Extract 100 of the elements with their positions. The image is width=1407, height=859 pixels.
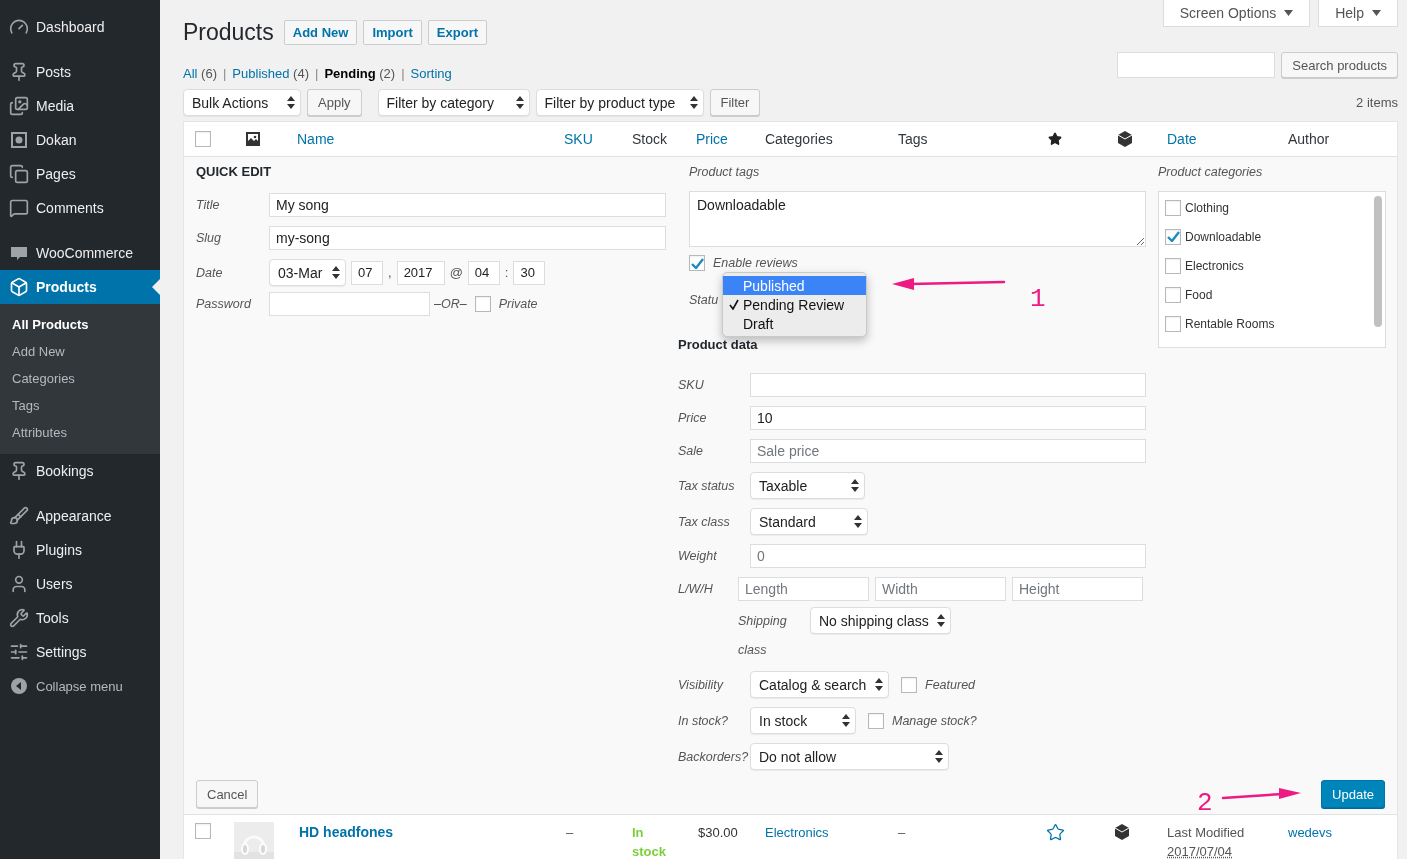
checkbox[interactable] — [474, 296, 491, 312]
menu-item[interactable]: WooCommerce — [0, 236, 160, 270]
bulk-actions-dropdown[interactable]: Bulk Actions — [183, 89, 301, 116]
menu-item[interactable]: Pages — [0, 157, 160, 191]
filter-button[interactable]: Filter — [709, 89, 761, 116]
category-link[interactable]: Electronics — [765, 823, 829, 842]
checkbox[interactable] — [868, 712, 884, 729]
menu-item[interactable]: Bookings — [0, 454, 160, 488]
input-field[interactable]: 07 — [351, 260, 383, 285]
menu-item[interactable]: Settings — [0, 635, 160, 669]
field-label: SKU — [678, 377, 705, 393]
checkbox[interactable] — [1165, 228, 1181, 245]
view-link[interactable]: All (6) — [183, 65, 217, 81]
menu-item[interactable]: Users — [0, 567, 160, 601]
category-label: Clothing — [1185, 200, 1230, 215]
item-count: 2 items — [1356, 95, 1398, 110]
input-field[interactable] — [269, 292, 430, 316]
select-all-checkbox[interactable] — [195, 131, 211, 147]
checkbox[interactable] — [1165, 199, 1181, 216]
view-link[interactable]: Published (4) — [232, 65, 309, 81]
submenu-item[interactable]: Attributes — [0, 419, 160, 446]
input-field[interactable]: 04 — [467, 260, 500, 285]
dropdown[interactable]: Do not allow — [750, 743, 949, 770]
submenu-item[interactable]: Tags — [0, 392, 160, 419]
type-filter-dropdown[interactable]: Filter by product type — [535, 89, 704, 116]
star-icon[interactable] — [1046, 823, 1065, 842]
view-link[interactable]: Pending (2) — [324, 65, 396, 81]
menu-item[interactable]: Comments — [0, 191, 160, 225]
view-link[interactable]: Sorting — [410, 65, 452, 81]
submenu-item[interactable]: Categories — [0, 365, 160, 392]
menu-option[interactable]: Pending Review — [723, 295, 866, 314]
page-action-button[interactable]: Import — [363, 20, 422, 45]
update-button[interactable]: Update — [1321, 780, 1385, 808]
input-field[interactable]: Sale price — [750, 439, 1146, 463]
sortable-column-header[interactable]: Price — [696, 131, 728, 147]
input-field[interactable]: my-song — [269, 226, 666, 250]
field-label: In stock? — [678, 712, 730, 729]
table-cell-text: $30.00 — [698, 824, 738, 842]
checkbox[interactable] — [1165, 286, 1181, 303]
input-field[interactable]: 30 — [513, 260, 546, 285]
submenu-item[interactable]: All Products — [0, 311, 160, 338]
tags-field[interactable]: Downloadable — [689, 191, 1146, 247]
search-field[interactable] — [1117, 52, 1276, 78]
pin-icon — [9, 62, 29, 82]
gauge-icon — [9, 17, 29, 37]
category-label: Food — [1185, 287, 1213, 302]
updown-arrows-icon — [287, 96, 295, 109]
input-field[interactable]: 10 — [750, 406, 1146, 430]
input-field[interactable]: 0 — [750, 544, 1146, 568]
field-label: Price — [678, 410, 708, 426]
cancel-button[interactable]: Cancel — [196, 780, 259, 808]
menu-option[interactable]: Draft — [723, 314, 866, 333]
dropdown[interactable]: Taxable — [750, 472, 865, 499]
menu-item[interactable]: Dokan — [0, 123, 160, 157]
checkbox[interactable] — [195, 823, 211, 839]
input-field[interactable]: Width — [875, 577, 1006, 601]
input-field[interactable]: Length — [738, 577, 869, 601]
checkbox-label: Featured — [925, 677, 976, 692]
menu-item[interactable]: Dashboard — [0, 10, 160, 44]
dropdown[interactable]: No shipping class — [810, 607, 951, 634]
page-action-button[interactable]: Export — [427, 20, 487, 45]
field-label: Slug — [196, 230, 223, 246]
checkbox[interactable] — [901, 676, 917, 693]
separator-text: | — [315, 65, 319, 81]
menu-item[interactable]: Posts — [0, 55, 160, 89]
input-field[interactable]: Height — [1012, 577, 1143, 601]
sortable-column-header[interactable]: SKU — [564, 131, 593, 147]
submenu-item[interactable]: Add New — [0, 338, 160, 365]
menu-item[interactable]: Tools — [0, 601, 160, 635]
checkbox[interactable] — [689, 255, 705, 271]
checkbox[interactable] — [1165, 315, 1181, 332]
collapse-menu[interactable]: Collapse menu — [0, 669, 160, 703]
input-field[interactable]: 2017 — [396, 260, 445, 285]
menu-option[interactable]: Published — [723, 276, 866, 295]
screen-options-tab[interactable]: Screen Options — [1162, 0, 1311, 27]
author-link[interactable]: wedevs — [1288, 823, 1333, 842]
search-button[interactable]: Search products — [1281, 52, 1398, 78]
pages-icon — [9, 164, 29, 184]
sortable-column-header[interactable]: Name — [297, 131, 335, 147]
checkbox[interactable] — [1165, 257, 1181, 274]
category-filter-dropdown[interactable]: Filter by category — [377, 89, 530, 116]
speech-bubble-icon — [9, 198, 29, 218]
menu-item[interactable]: Media — [0, 89, 160, 123]
page-action-button[interactable]: Add New — [283, 20, 358, 45]
category-label: Downloadable — [1185, 229, 1262, 244]
month-dropdown[interactable]: 03-Mar — [269, 259, 346, 286]
dropdown[interactable]: Catalog & search — [750, 671, 889, 698]
menu-item[interactable]: Products — [0, 270, 160, 304]
menu-item[interactable]: Plugins — [0, 533, 160, 567]
cube-icon — [1116, 130, 1134, 148]
section-heading: QUICK EDIT — [196, 164, 273, 180]
sortable-column-header[interactable]: Date — [1167, 131, 1197, 147]
dropdown[interactable]: Standard — [750, 508, 868, 535]
help-tab[interactable]: Help — [1318, 0, 1398, 27]
input-field[interactable] — [750, 373, 1146, 397]
input-field[interactable]: My song — [269, 193, 666, 217]
apply-button[interactable]: Apply — [307, 89, 362, 116]
dropdown[interactable]: In stock — [750, 707, 856, 734]
product-name-link[interactable]: HD headfones — [299, 823, 394, 842]
menu-item[interactable]: Appearance — [0, 499, 160, 533]
